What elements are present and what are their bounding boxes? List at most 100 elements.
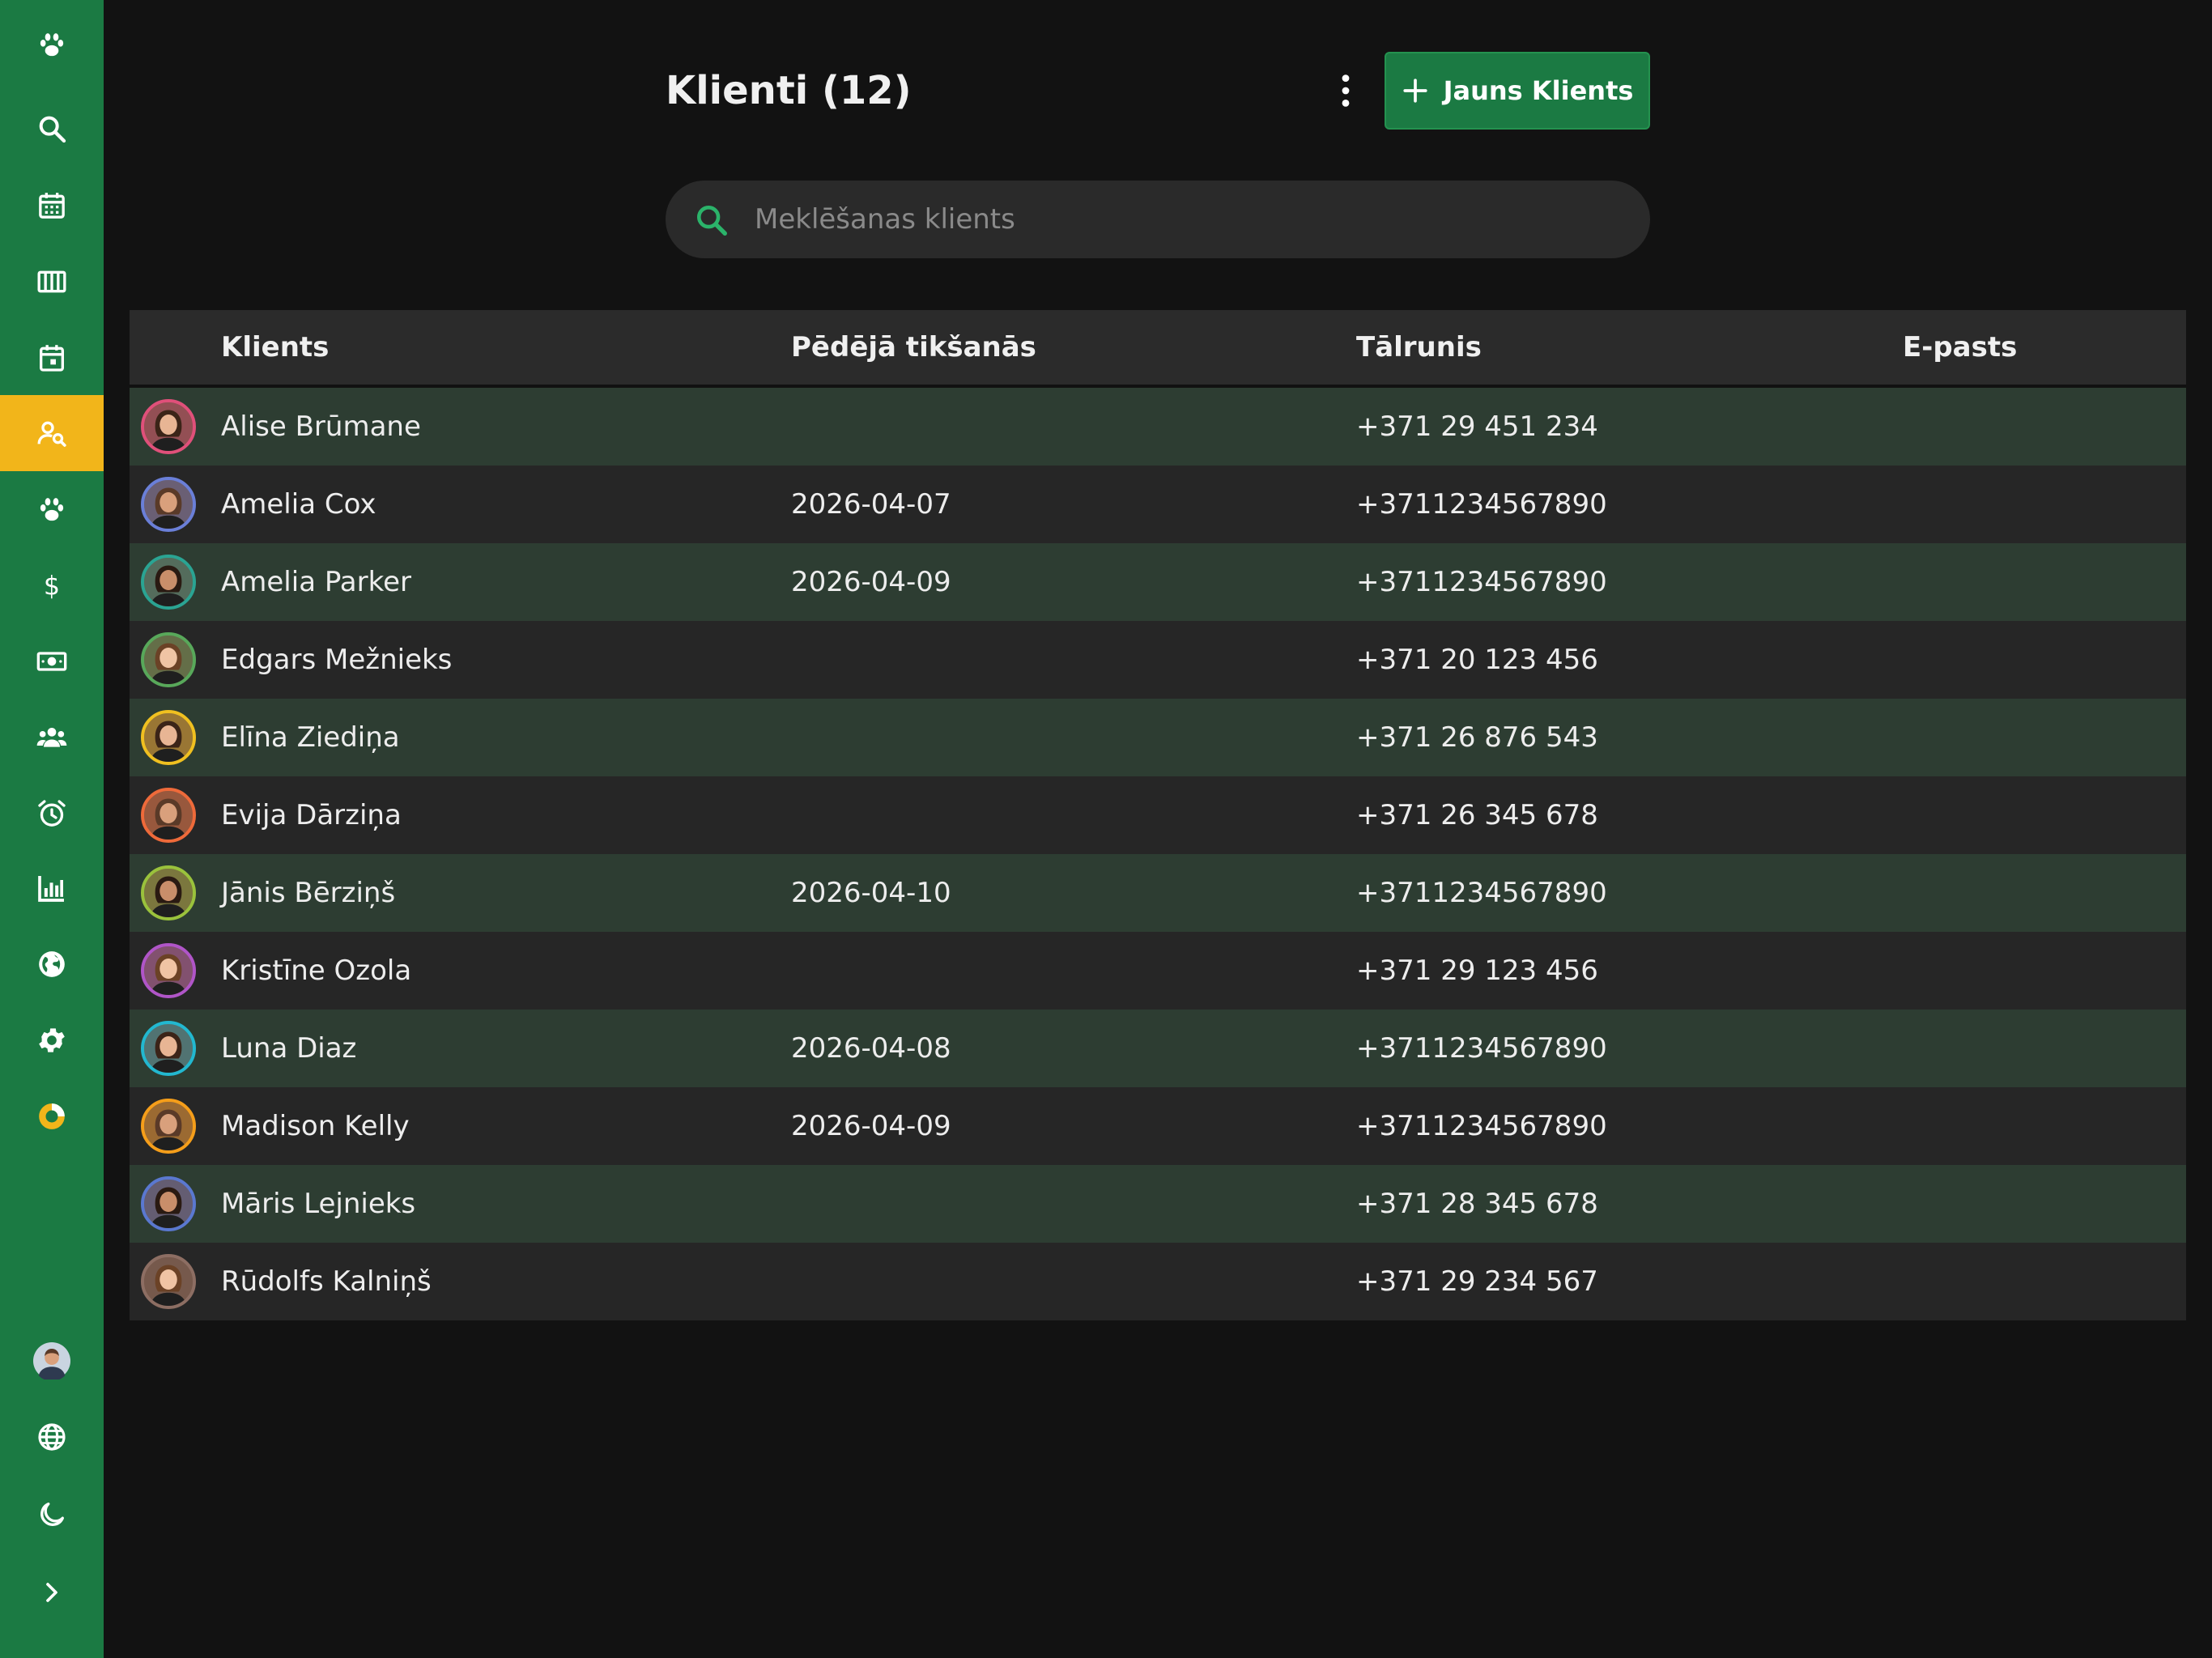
table-row[interactable]: Rūdolfs Kalniņš +371 29 234 567 (130, 1243, 2186, 1320)
client-avatar (141, 788, 196, 843)
calendar-day-icon (40, 345, 64, 372)
avatar-image (144, 402, 193, 451)
client-phone: +371 20 123 456 (1356, 644, 1598, 676)
client-phone: +371 29 123 456 (1356, 954, 1598, 987)
sidebar-item-website[interactable] (0, 926, 104, 1002)
calendar-icon (39, 193, 65, 219)
avatar-image (144, 869, 193, 917)
client-avatar (141, 1021, 196, 1076)
avatar-image (144, 558, 193, 606)
table-body: Alise Brūmane +371 29 451 234 Amelia Cox 20… (130, 388, 2186, 1320)
client-phone: +371 29 234 567 (1356, 1265, 1598, 1298)
group-icon (36, 728, 67, 747)
table-row[interactable]: Elīna Ziediņa +371 26 876 543 (130, 699, 2186, 776)
paw-icon (40, 498, 64, 521)
expand-sidebar-button[interactable] (0, 1554, 104, 1630)
sidebar-item-stats[interactable] (0, 1078, 104, 1154)
column-header-last-meeting[interactable]: Pēdējā tikšanās (791, 310, 1036, 385)
column-header-phone[interactable]: Tālrunis (1356, 310, 1482, 385)
client-name: Kristīne Ozola (221, 954, 412, 987)
client-avatar (141, 1254, 196, 1309)
table-row[interactable]: Māris Lejnieks +371 28 345 678 (130, 1165, 2186, 1243)
client-avatar (141, 1099, 196, 1154)
client-name: Rūdolfs Kalniņš (221, 1265, 432, 1298)
avatar-image (144, 1024, 193, 1073)
plus-icon (1403, 79, 1427, 103)
theme-toggle-button[interactable] (0, 1477, 104, 1553)
column-header-client[interactable]: Klients (221, 310, 329, 385)
table-row[interactable]: Amelia Cox 2026-04-07 +3711234567890 (130, 466, 2186, 543)
client-phone: +3711234567890 (1356, 877, 1607, 909)
table-row[interactable]: Alise Brūmane +371 29 451 234 (130, 388, 2186, 466)
sidebar-item-pets[interactable] (0, 471, 104, 547)
last-meeting: 2026-04-09 (791, 1110, 951, 1142)
client-name: Jānis Bērziņš (221, 877, 396, 909)
sidebar-item-clients[interactable] (0, 395, 104, 471)
avatar-image (144, 791, 193, 840)
chevron-right-icon (46, 1583, 57, 1602)
sidebar-item-reports[interactable] (0, 850, 104, 926)
sidebar-item-board[interactable] (0, 244, 104, 320)
client-phone: +371 28 345 678 (1356, 1188, 1598, 1220)
sidebar-item-search[interactable] (0, 91, 104, 167)
table-row[interactable]: Amelia Parker 2026-04-09 +3711234567890 (130, 543, 2186, 621)
last-meeting: 2026-04-10 (791, 877, 951, 909)
table-row[interactable]: Madison Kelly 2026-04-09 +3711234567890 (130, 1087, 2186, 1165)
new-client-button[interactable]: Jauns Klients (1385, 52, 1650, 130)
sidebar-item-appointments[interactable] (0, 320, 104, 396)
client-avatar (141, 1176, 196, 1231)
paw-icon (40, 33, 64, 57)
client-avatar (141, 943, 196, 998)
search-icon (696, 205, 727, 236)
client-avatar (141, 632, 196, 687)
cash-icon (36, 652, 67, 671)
column-header-email[interactable]: E-pasts (1903, 310, 2017, 385)
sidebar-item-calendar[interactable] (0, 168, 104, 244)
avatar-image (144, 946, 193, 995)
gear-icon (39, 1028, 65, 1052)
sidebar-item-home[interactable] (0, 6, 104, 83)
more-options-button[interactable] (1328, 66, 1363, 115)
sidebar-item-payments[interactable] (0, 623, 104, 699)
client-search-bar[interactable] (666, 181, 1650, 258)
table-row[interactable]: Edgars Mežnieks +371 20 123 456 (130, 621, 2186, 699)
client-name: Edgars Mežnieks (221, 644, 453, 676)
client-name: Amelia Parker (221, 566, 411, 598)
sidebar-item-pricing[interactable]: $ (0, 547, 104, 623)
table-row[interactable]: Luna Diaz 2026-04-08 +3711234567890 (130, 1010, 2186, 1087)
avatar-image (144, 1257, 193, 1306)
dollar-icon: $ (44, 572, 60, 602)
client-name: Māris Lejnieks (221, 1188, 416, 1220)
client-name: Luna Diaz (221, 1032, 357, 1065)
sidebar-item-reminders[interactable] (0, 776, 104, 852)
client-search-icon (37, 421, 66, 447)
client-name: Evija Dārziņa (221, 799, 402, 831)
avatar-image (144, 480, 193, 529)
client-avatar (141, 399, 196, 454)
client-phone: +371 26 345 678 (1356, 799, 1598, 831)
kebab-menu-icon (1342, 74, 1350, 107)
table-row[interactable]: Evija Dārziņa +371 26 345 678 (130, 776, 2186, 854)
new-client-button-label: Jauns Klients (1443, 75, 1634, 106)
language-button[interactable] (0, 1399, 104, 1475)
client-phone: +3711234567890 (1356, 1032, 1607, 1065)
app-root: $ Klienti (12) Jauns Klients Meklēšanas … (0, 0, 2212, 1658)
user-profile[interactable] (0, 1323, 104, 1399)
svg-text:$: $ (44, 572, 60, 602)
clients-table: Klients Pēdējā tikšanās Tālrunis E-pasts… (130, 310, 2186, 1320)
client-phone: +371 26 876 543 (1356, 721, 1598, 754)
sidebar-item-settings[interactable] (0, 1002, 104, 1078)
table-row[interactable]: Jānis Bērziņš 2026-04-10 +3711234567890 (130, 854, 2186, 932)
client-name: Alise Brūmane (221, 410, 421, 443)
search-input[interactable] (755, 181, 1629, 258)
donut-icon (39, 1103, 65, 1129)
avatar-image (144, 713, 193, 762)
last-meeting: 2026-04-08 (791, 1032, 951, 1065)
client-avatar (141, 477, 196, 532)
bar-chart-icon (38, 876, 64, 902)
sidebar-item-staff[interactable] (0, 699, 104, 776)
table-row[interactable]: Kristīne Ozola +371 29 123 456 (130, 932, 2186, 1010)
client-avatar (141, 555, 196, 610)
last-meeting: 2026-04-07 (791, 488, 951, 521)
avatar-image (144, 636, 193, 684)
